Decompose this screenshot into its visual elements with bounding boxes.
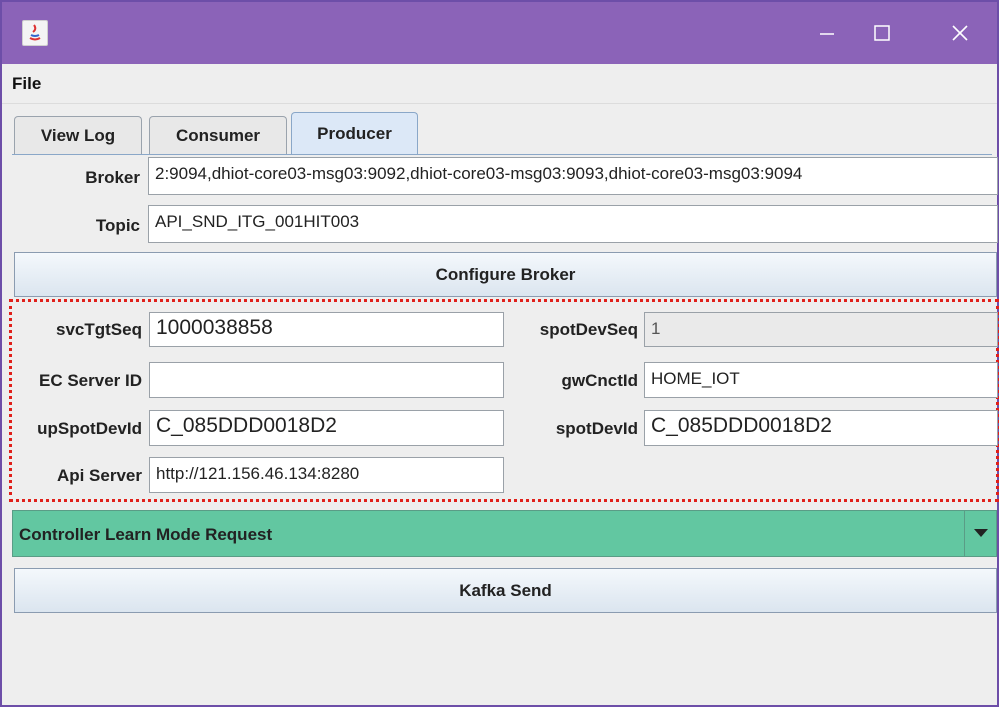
api-server-input[interactable]: http://121.156.46.134:8280: [149, 457, 504, 493]
up-spot-dev-id-label: upSpotDevId: [37, 419, 142, 438]
chevron-down-icon[interactable]: [964, 511, 996, 556]
gw-cnct-id-label: gwCnctId: [561, 371, 639, 390]
maximize-button[interactable]: [847, 2, 917, 64]
tab-producer[interactable]: Producer: [291, 112, 418, 155]
kafka-send-button[interactable]: Kafka Send: [14, 568, 997, 613]
spot-dev-seq-label: spotDevSeq: [539, 320, 638, 339]
topic-input[interactable]: API_SND_ITG_001HIT003: [148, 205, 998, 243]
menu-bar: File: [2, 64, 997, 104]
up-spot-dev-id-input[interactable]: C_085DDD0018D2: [149, 410, 504, 446]
ec-server-id-label: EC Server ID: [39, 371, 142, 390]
api-server-label: Api Server: [56, 466, 142, 485]
tab-strip: View Log Consumer Producer: [12, 112, 992, 155]
close-icon: [952, 25, 968, 41]
java-app-icon: [22, 20, 48, 46]
request-type-select[interactable]: Controller Learn Mode Request: [12, 510, 997, 557]
configure-broker-button[interactable]: Configure Broker: [14, 252, 997, 297]
tab-view-log[interactable]: View Log: [14, 116, 142, 154]
menu-file[interactable]: File: [12, 74, 41, 94]
spot-dev-seq-input[interactable]: 1: [644, 312, 998, 347]
svc-tgt-seq-input[interactable]: 1000038858: [149, 312, 504, 347]
title-bar[interactable]: [2, 2, 997, 64]
spot-dev-id-label: spotDevId: [555, 419, 638, 438]
ec-server-id-input[interactable]: [149, 362, 504, 398]
maximize-icon: [874, 25, 890, 41]
broker-label: Broker: [85, 168, 140, 187]
tab-consumer[interactable]: Consumer: [149, 116, 287, 154]
topic-label: Topic: [95, 216, 140, 235]
gw-cnct-id-input[interactable]: HOME_IOT: [644, 362, 998, 398]
broker-input[interactable]: 2:9094,dhiot-core03-msg03:9092,dhiot-cor…: [148, 157, 998, 195]
minimize-icon: [820, 33, 834, 35]
request-type-value: Controller Learn Mode Request: [19, 525, 273, 544]
svc-tgt-seq-label: svcTgtSeq: [56, 320, 142, 339]
spot-dev-id-input[interactable]: C_085DDD0018D2: [644, 410, 998, 446]
close-button[interactable]: [925, 2, 995, 64]
app-window: File View Log Consumer Producer Broker 2…: [0, 0, 999, 707]
